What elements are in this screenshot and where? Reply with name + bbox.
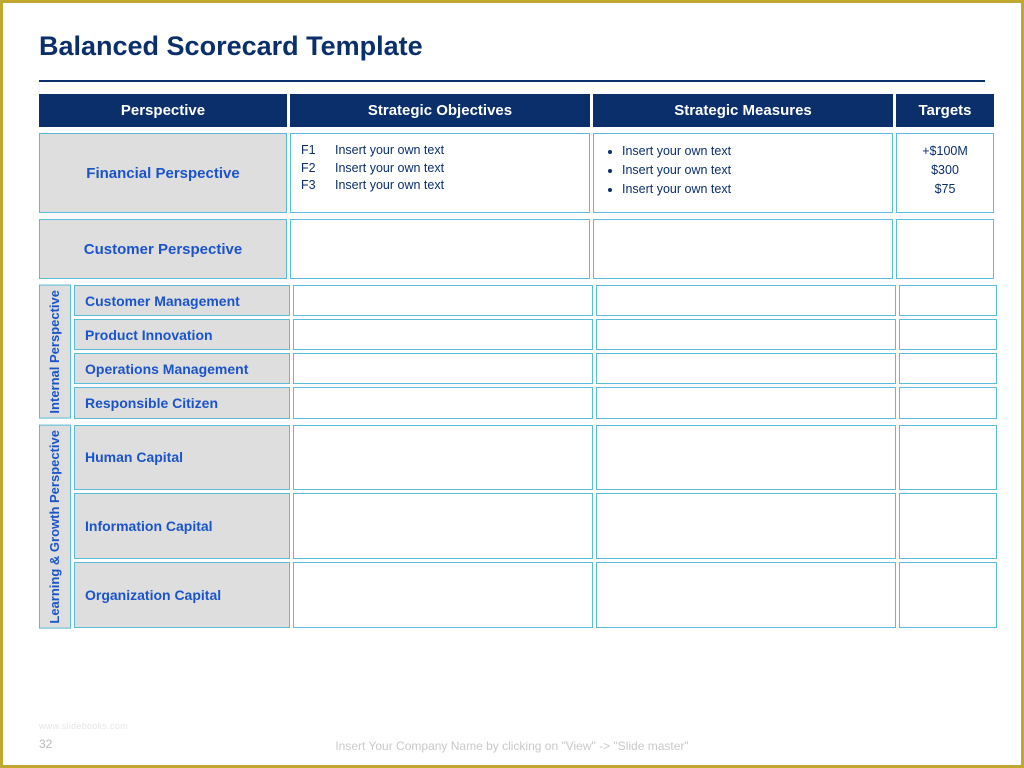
learning-sub-label: Information Capital: [74, 493, 290, 559]
learning-vertical-label: Learning & Growth Perspective: [39, 425, 71, 629]
obj-text: Insert your own text: [335, 160, 444, 178]
scorecard-top-grid: Perspective Strategic Objectives Strateg…: [39, 94, 985, 127]
cell: [293, 425, 593, 491]
header-measures: Strategic Measures: [593, 94, 893, 127]
customer-targets: [896, 219, 994, 279]
learning-sub-label: Organization Capital: [74, 562, 290, 628]
obj-text: Insert your own text: [335, 142, 444, 160]
cell: [596, 319, 896, 350]
internal-sub-label: Operations Management: [74, 353, 290, 384]
financial-perspective-label: Financial Perspective: [39, 133, 287, 213]
cell: [596, 387, 896, 418]
internal-sub-label: Product Innovation: [74, 319, 290, 350]
measure-item: Insert your own text: [622, 180, 882, 199]
header-perspective: Perspective: [39, 94, 287, 127]
measure-item: Insert your own text: [622, 142, 882, 161]
footer-instruction: Insert Your Company Name by clicking on …: [3, 739, 1021, 753]
cell: [596, 562, 896, 628]
target-value: +$100M: [901, 142, 989, 161]
obj-text: Insert your own text: [335, 177, 444, 195]
header-objectives: Strategic Objectives: [290, 94, 590, 127]
cell: [899, 285, 997, 316]
cell: [293, 319, 593, 350]
cell: [899, 319, 997, 350]
cell: [293, 353, 593, 384]
cell: [293, 562, 593, 628]
title-divider: [39, 80, 985, 82]
customer-objectives: [290, 219, 590, 279]
target-value: $300: [901, 161, 989, 180]
internal-sub-label: Customer Management: [74, 285, 290, 316]
cell: [293, 285, 593, 316]
cell: [293, 493, 593, 559]
page-title: Balanced Scorecard Template: [39, 31, 985, 62]
cell: [899, 562, 997, 628]
cell: [899, 387, 997, 418]
customer-perspective-label: Customer Perspective: [39, 219, 287, 279]
learning-sub-label: Human Capital: [74, 425, 290, 491]
cell: [596, 493, 896, 559]
obj-key: F2: [301, 160, 323, 178]
internal-block: Internal Perspective Customer Management…: [39, 285, 985, 419]
cell: [596, 425, 896, 491]
customer-measures: [593, 219, 893, 279]
internal-sub-label: Responsible Citizen: [74, 387, 290, 418]
customer-row: Customer Perspective: [39, 219, 985, 279]
target-value: $75: [901, 180, 989, 199]
header-targets: Targets: [896, 94, 994, 127]
financial-targets: +$100M $300 $75: [896, 133, 994, 213]
obj-key: F3: [301, 177, 323, 195]
cell: [596, 285, 896, 316]
cell: [899, 425, 997, 491]
financial-row: Financial Perspective F1 Insert your own …: [39, 133, 985, 213]
learning-block: Learning & Growth Perspective Human Capi…: [39, 425, 985, 629]
internal-vertical-label: Internal Perspective: [39, 285, 71, 419]
cell: [596, 353, 896, 384]
cell: [899, 353, 997, 384]
watermark-text: www.slidebooks.com: [39, 721, 128, 731]
cell: [899, 493, 997, 559]
financial-objectives: F1 Insert your own text F2 Insert your own…: [290, 133, 590, 213]
obj-key: F1: [301, 142, 323, 160]
measure-item: Insert your own text: [622, 161, 882, 180]
cell: [293, 387, 593, 418]
financial-measures: Insert your own text Insert your own tex…: [593, 133, 893, 213]
